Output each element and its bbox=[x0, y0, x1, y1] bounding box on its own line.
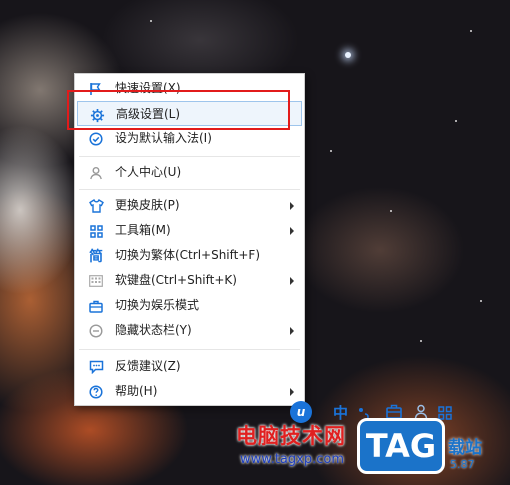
menu-item-label: 个人中心(U) bbox=[115, 165, 182, 179]
submenu-arrow-icon bbox=[290, 227, 294, 235]
menu-separator bbox=[79, 189, 300, 190]
star bbox=[330, 150, 332, 152]
menu-item-entertainment-mode[interactable]: 切换为娱乐模式 bbox=[77, 293, 302, 318]
traditional-char-icon: 简 bbox=[89, 249, 103, 265]
menu-item-help[interactable]: 帮助(H) bbox=[77, 379, 302, 404]
menu-item-toolbox[interactable]: 工具箱(M) bbox=[77, 218, 302, 243]
minus-circle-icon bbox=[88, 323, 104, 339]
star bbox=[480, 300, 482, 302]
bright-star bbox=[345, 52, 351, 58]
menu-item-switch-traditional[interactable]: 简 切换为繁体(Ctrl+Shift+F) bbox=[77, 243, 302, 268]
submenu-arrow-icon bbox=[290, 202, 294, 210]
menu-item-label: 设为默认输入法(I) bbox=[115, 131, 212, 145]
help-circle-icon bbox=[88, 384, 104, 400]
menu-item-change-skin[interactable]: 更换皮肤(P) bbox=[77, 193, 302, 218]
watermark-site-name: 电脑技术网 bbox=[236, 424, 346, 448]
menu-item-feedback[interactable]: 反馈建议(Z) bbox=[77, 354, 302, 379]
watermark-right-text: 载站 bbox=[448, 438, 482, 458]
grid-icon bbox=[88, 223, 104, 239]
watermark-right-small: 5.87 bbox=[450, 458, 475, 471]
submenu-arrow-icon bbox=[290, 388, 294, 396]
menu-item-label: 切换为繁体(Ctrl+Shift+F) bbox=[115, 248, 261, 262]
submenu-arrow-icon bbox=[290, 277, 294, 285]
menu-item-hide-statusbar[interactable]: 隐藏状态栏(Y) bbox=[77, 318, 302, 343]
menu-item-label: 帮助(H) bbox=[115, 384, 158, 398]
star bbox=[470, 30, 472, 32]
menu-item-label: 反馈建议(Z) bbox=[115, 359, 181, 373]
menu-item-label: 更换皮肤(P) bbox=[115, 198, 180, 212]
menu-item-label: 切换为娱乐模式 bbox=[115, 298, 200, 312]
menu-separator bbox=[79, 349, 300, 350]
chat-icon bbox=[88, 359, 104, 375]
star bbox=[455, 120, 457, 122]
star bbox=[150, 20, 152, 22]
menu-separator bbox=[79, 156, 300, 157]
menu-item-label: 隐藏状态栏(Y) bbox=[115, 323, 192, 337]
menu-item-label: 工具箱(M) bbox=[115, 223, 171, 237]
menu-item-soft-keyboard[interactable]: 软键盘(Ctrl+Shift+K) bbox=[77, 268, 302, 293]
star bbox=[420, 340, 422, 342]
keyboard-icon bbox=[88, 273, 104, 289]
shirt-icon bbox=[88, 198, 104, 214]
briefcase-icon bbox=[88, 298, 104, 314]
star bbox=[390, 210, 392, 212]
watermark-tag-badge: TAG bbox=[357, 418, 445, 474]
check-circle-icon bbox=[88, 131, 104, 147]
annotation-highlight-box bbox=[67, 90, 290, 130]
menu-item-personal-center[interactable]: 个人中心(U) bbox=[77, 160, 302, 185]
menu-item-label: 软键盘(Ctrl+Shift+K) bbox=[115, 273, 237, 287]
person-icon bbox=[88, 165, 104, 181]
watermark-url: www.tagxp.com bbox=[240, 452, 344, 467]
submenu-arrow-icon bbox=[290, 327, 294, 335]
